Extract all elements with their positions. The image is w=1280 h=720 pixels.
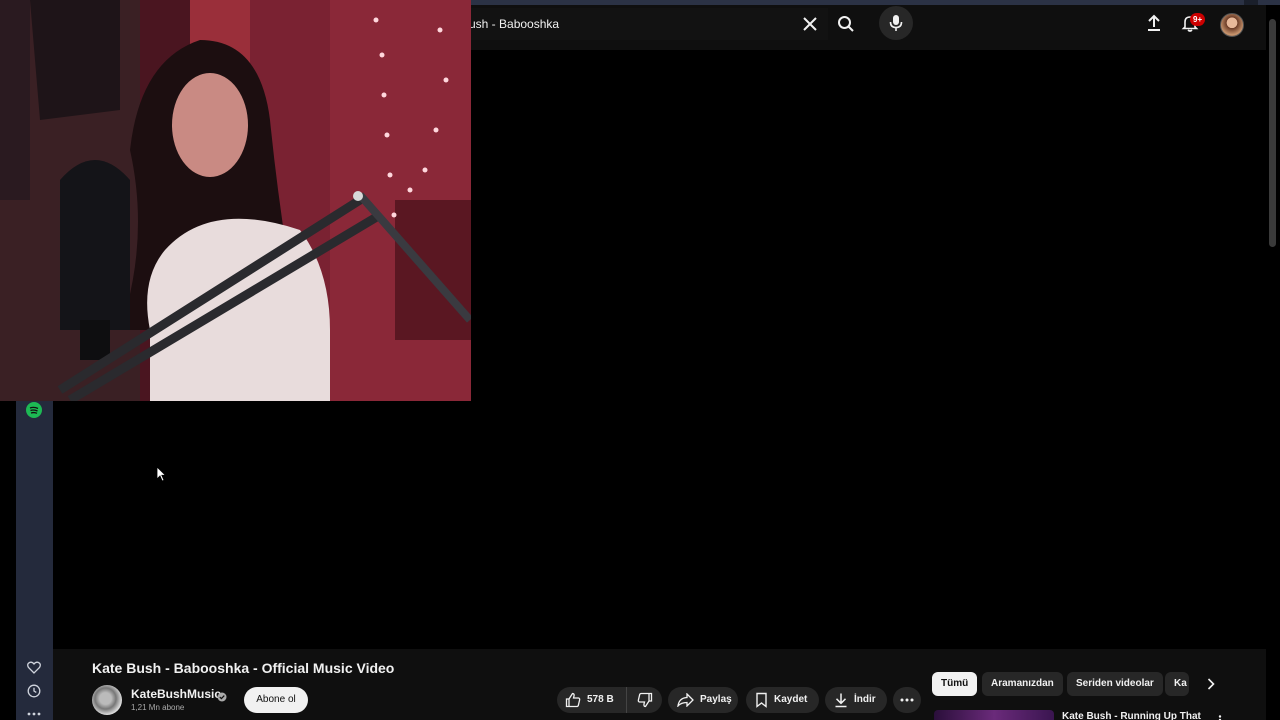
recommendation-title[interactable]: Kate Bush - Running Up That: [1062, 711, 1201, 720]
save-label: Kaydet: [774, 694, 808, 705]
search-button[interactable]: [828, 8, 864, 40]
chip-partial[interactable]: Ka: [1165, 672, 1189, 696]
sidebar-spotify[interactable]: [25, 401, 43, 419]
clock-icon: [27, 684, 41, 698]
like-dislike-group: 578 B: [557, 687, 662, 713]
recommendation-thumbnail[interactable]: [934, 710, 1054, 720]
share-button[interactable]: Paylaş: [668, 687, 738, 713]
browser-sidebar: [16, 401, 53, 720]
thumbs-down-icon: [637, 692, 652, 708]
page-scrollbar[interactable]: [1266, 5, 1280, 720]
subscribe-button[interactable]: Abone ol: [244, 687, 308, 713]
more-horizontal-icon: [900, 698, 914, 702]
more-vertical-icon: [1218, 715, 1222, 720]
download-button[interactable]: İndir: [825, 687, 887, 713]
verified-icon: [217, 689, 227, 707]
sidebar-more[interactable]: [25, 705, 43, 720]
account-avatar[interactable]: [1220, 13, 1244, 37]
chip-from-series[interactable]: Seriden videolar: [1067, 672, 1163, 696]
chips-next-button[interactable]: [1199, 672, 1223, 696]
more-actions-button[interactable]: [893, 687, 921, 713]
save-button[interactable]: Kaydet: [746, 687, 819, 713]
heart-icon: [27, 661, 41, 674]
download-icon: [835, 693, 847, 708]
mouse-cursor-icon: [156, 466, 167, 487]
notification-badge: 9+: [1190, 13, 1206, 26]
subscriber-count: 1,21 Mn abone: [131, 703, 185, 712]
sidebar-history[interactable]: [25, 682, 43, 700]
dislike-button[interactable]: [627, 687, 662, 713]
like-button[interactable]: 578 B: [557, 687, 627, 713]
microphone-icon: [889, 15, 903, 31]
chip-from-search[interactable]: Aramanızdan: [982, 672, 1063, 696]
voice-search-button[interactable]: [879, 6, 913, 40]
webcam-overlay: [0, 0, 471, 401]
upload-button[interactable]: [1141, 10, 1167, 36]
scrollbar-thumb[interactable]: [1269, 19, 1276, 247]
chip-all[interactable]: Tümü: [932, 672, 978, 696]
channel-name[interactable]: KateBushMusic: [131, 687, 221, 701]
upload-icon: [1148, 14, 1160, 31]
share-label: Paylaş: [700, 694, 732, 705]
share-icon: [677, 693, 694, 707]
more-icon: [27, 712, 41, 716]
clear-search-button[interactable]: [798, 12, 822, 36]
close-icon: [803, 17, 817, 31]
channel-avatar[interactable]: [92, 685, 122, 715]
chevron-right-icon: [1207, 678, 1215, 690]
video-title: Kate Bush - Babooshka - Official Music V…: [92, 660, 395, 676]
search-input[interactable]: ush - Babooshka: [440, 8, 828, 40]
webcam-picture: [0, 0, 471, 401]
thumbs-up-icon: [565, 692, 581, 708]
like-count: 578 B: [587, 694, 614, 705]
spotify-icon: [26, 402, 42, 418]
sidebar-favorites[interactable]: [25, 658, 43, 676]
recommendation-menu-button[interactable]: [1218, 711, 1222, 720]
bookmark-icon: [756, 692, 767, 708]
download-label: İndir: [854, 694, 876, 705]
search-icon: [838, 16, 854, 32]
